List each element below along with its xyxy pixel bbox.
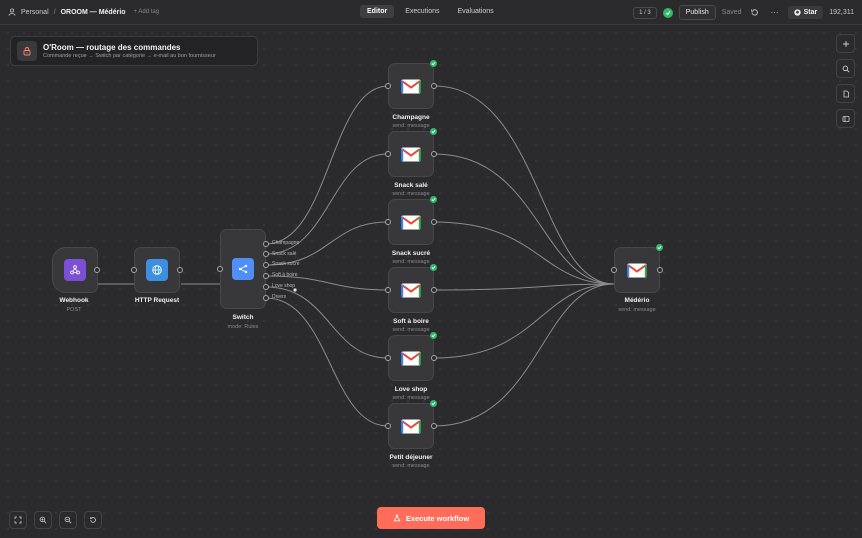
mederio-input-port[interactable] [611,267,617,273]
gmail-node[interactable] [388,335,434,381]
success-check-icon [430,264,437,271]
switch-input-port[interactable] [217,266,223,272]
success-check-icon [430,332,437,339]
success-check-icon [430,60,437,67]
gmail-node-sub: send: message [392,259,430,265]
webhook-node[interactable] [52,247,98,293]
switch-output-label: Snack salé [272,251,297,257]
switch-output-label: Love shop [272,283,296,289]
execute-workflow-label: Execute workflow [405,513,470,523]
gmail-input-port[interactable] [385,151,391,157]
globe-icon [146,259,168,281]
gmail-node-label: Snack salé [394,182,428,189]
flask-icon [393,514,401,522]
gmail-input-port[interactable] [385,83,391,89]
switch-output-label: Champagne [272,240,300,246]
http-request-node[interactable] [134,247,180,293]
gmail-node-label: Petit déjeuner [389,454,433,461]
zoom-in-button[interactable] [34,511,52,529]
gmail-node[interactable] [388,63,434,109]
switch-output-port[interactable] [263,262,269,268]
mederio-output-port[interactable] [657,267,663,273]
zoom-in-icon [39,516,47,524]
success-check-icon [430,196,437,203]
webhook-sub: POST [66,307,82,313]
fit-view-icon [14,516,22,524]
connection-soft-mederio [433,283,615,291]
reset-icon [89,517,96,523]
webhook-icon [64,259,86,281]
gmail-icon [401,215,421,229]
gmail-output-port[interactable] [431,219,437,225]
switch-output-label: Divers [272,294,287,300]
gmail-output-port[interactable] [431,83,437,89]
gmail-input-port[interactable] [385,219,391,225]
execute-workflow-button[interactable]: Execute workflow [377,507,485,529]
switch-output-port[interactable] [263,295,269,301]
success-check-icon [430,128,437,135]
gmail-icon [401,79,421,93]
gmail-node-sub: send: message [392,191,430,197]
switch-output-port[interactable] [263,284,269,290]
webhook-output-port[interactable] [94,267,100,273]
gmail-input-port[interactable] [385,287,391,293]
gmail-input-port[interactable] [385,355,391,361]
mederio-label: Médério [624,297,650,304]
zoom-out-button[interactable] [59,511,77,529]
success-check-icon [656,244,663,251]
gmail-icon [401,147,421,161]
gmail-node-label: Champagne [392,114,430,121]
switch-output-label: Snack sucré [272,261,300,267]
switch-icon [232,258,254,280]
gmail-icon [627,263,647,277]
gmail-input-port[interactable] [385,423,391,429]
gmail-icon [401,419,421,433]
http-label: HTTP Request [134,297,180,304]
gmail-output-port[interactable] [431,355,437,361]
gmail-node-label: Snack sucré [391,250,431,257]
fit-view-button[interactable] [9,511,27,529]
gmail-node-label: Soft à boire [393,318,429,325]
gmail-node-sub: send: message [392,463,430,469]
switch-output-port[interactable] [263,273,269,279]
reset-zoom-button[interactable] [84,511,102,529]
gmail-output-port[interactable] [431,151,437,157]
gmail-icon [401,351,421,365]
mederio-sub: send: message [618,307,656,313]
gmail-node[interactable] [388,403,434,449]
switch-label: Switch [232,314,254,321]
connection-switch-champagne [265,85,389,245]
switch-sub: mode: Rules [227,324,259,330]
switch-output-port[interactable] [263,241,269,247]
mederio-node[interactable] [614,247,660,293]
gmail-output-port[interactable] [431,287,437,293]
gmail-node-sub: send: message [392,327,430,333]
gmail-icon [401,283,421,297]
gmail-output-port[interactable] [431,423,437,429]
gmail-node-sub: send: message [392,395,430,401]
gmail-node[interactable] [388,267,434,313]
http-output-port[interactable] [177,267,183,273]
gmail-node-sub: send: message [392,123,430,129]
connection-petit-dejeuner-mederio [433,283,615,427]
http-input-port[interactable] [131,267,137,273]
switch-output-port[interactable] [263,251,269,257]
switch-output-label: Soft à boire [272,272,298,278]
success-check-icon [430,400,437,407]
gmail-node-label: Love shop [394,386,428,393]
gmail-node[interactable] [388,131,434,177]
gmail-node[interactable] [388,199,434,245]
zoom-out-icon [64,516,72,524]
switch-node[interactable] [220,229,266,309]
